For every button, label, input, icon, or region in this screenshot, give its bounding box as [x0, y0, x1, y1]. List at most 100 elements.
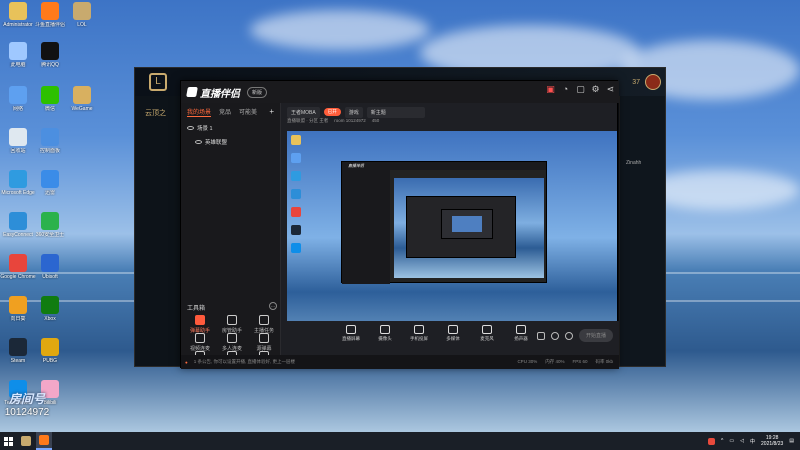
perf-stats: CPU 30% 内存 40% FPS 60 码率 0kb: [517, 359, 619, 365]
desktop-icon[interactable]: 控制面板: [32, 128, 68, 154]
desktop-icon-label: 此电脑: [10, 62, 26, 68]
desktop-icon[interactable]: 回收站: [0, 128, 36, 154]
app-icon: [9, 296, 27, 314]
tab-my-scenes[interactable]: 我的场景: [187, 107, 212, 117]
stream-info-bar: 王者MOBA 已开 游戏 新主题: [287, 106, 615, 118]
version-badge[interactable]: 新版: [247, 86, 268, 98]
app-icon: [9, 254, 27, 272]
taskbar: ^ ▭ ◁ 中 19:28 2021/8/23 ▤: [0, 432, 800, 450]
desktop-icon[interactable]: LOL: [64, 2, 100, 28]
tool-button[interactable]: 视频连麦: [187, 333, 213, 352]
desktop-icon[interactable]: EasyConnect: [0, 212, 36, 238]
tool-icon: [195, 333, 205, 343]
tab-third[interactable]: 可能美: [239, 107, 257, 117]
lock-icon[interactable]: ◔: [561, 85, 570, 94]
desktop-icon-label: PUBG: [42, 358, 58, 364]
volume-icon[interactable]: ◁: [740, 438, 744, 444]
gift-icon[interactable]: ▣: [546, 85, 555, 94]
camera-icon[interactable]: [536, 331, 545, 340]
desktop-icon[interactable]: 腾讯QQ: [32, 42, 68, 68]
desktop-icon[interactable]: 360安全卫士: [32, 212, 68, 238]
desktop-icon-label: Ubisoft: [42, 274, 58, 280]
avatar[interactable]: [645, 74, 661, 90]
desktop-icon[interactable]: Microsoft Edge: [0, 170, 36, 196]
notice-text[interactable]: 1 条公告, 你可以设置开播, 直播体验好, 更上一层楼: [194, 359, 295, 365]
lol-left-bar: 云顶之: [135, 96, 181, 366]
desktop-icon-label: 腾讯QQ: [41, 62, 59, 68]
tray-app-icon[interactable]: [708, 437, 716, 445]
toolbox-more-button[interactable]: …: [269, 302, 277, 310]
lol-friends-panel: Zinahh: [619, 96, 665, 366]
desktop-icon[interactable]: 网络: [0, 86, 36, 112]
app-icon: [41, 170, 59, 188]
friend-row[interactable]: Zinahh: [620, 156, 665, 170]
ime-icon[interactable]: 中: [750, 438, 755, 445]
eye-icon[interactable]: [187, 126, 194, 130]
cpu-stat: CPU 30%: [517, 359, 538, 364]
desktop-icon[interactable]: Administrator: [0, 2, 36, 28]
desktop-icon[interactable]: 斗鱼直播伴侣: [32, 2, 68, 28]
network-icon[interactable]: ▭: [729, 438, 734, 444]
app-icon: [9, 128, 27, 146]
nested-preview: [394, 178, 544, 278]
desktop-icon-label: Microsoft Edge: [1, 190, 35, 196]
desktop-icon[interactable]: 迅雷: [32, 170, 68, 196]
desktop-icon[interactable]: Xbox: [32, 296, 68, 322]
tool-button[interactable]: 源弹幕: [251, 333, 277, 352]
message-icon[interactable]: ▢: [576, 85, 585, 94]
settings-icon[interactable]: ⚙: [591, 85, 600, 94]
desktop-icon[interactable]: 此电脑: [0, 42, 36, 68]
tool-icon: [195, 315, 205, 325]
source-button[interactable]: 扬声器: [509, 325, 533, 342]
scene-item[interactable]: 英雄联盟: [181, 135, 280, 149]
desktop-icon[interactable]: Steam: [0, 338, 36, 364]
tool-button[interactable]: 主播任务: [251, 315, 277, 334]
desktop-icon[interactable]: 微信: [32, 86, 68, 112]
desktop-icon-label: 回收站: [10, 148, 26, 154]
tool-button[interactable]: 多人连麦: [219, 333, 245, 352]
room-info: 直播联盟 · 分区 王者 room 10124972 450: [287, 118, 379, 124]
tray-chevron-icon[interactable]: ^: [721, 438, 723, 444]
source-label: 麦克风: [480, 336, 494, 341]
desktop-icon[interactable]: Google Chrome: [0, 254, 36, 280]
clock-date: 2021/8/23: [761, 441, 784, 447]
share-icon[interactable]: ⋖: [606, 85, 615, 94]
tab-second[interactable]: 竞品: [219, 107, 231, 117]
app-icon: [73, 2, 91, 20]
desktop-icon-label: 迅雷: [44, 190, 55, 196]
desktop-icon[interactable]: Ubisoft: [32, 254, 68, 280]
source-button[interactable]: 麦克风: [475, 325, 499, 342]
clock[interactable]: 19:28 2021/8/23: [761, 435, 783, 447]
start-stream-button[interactable]: 开始直播: [578, 329, 613, 342]
viewer-count: 450: [371, 118, 380, 123]
room-category: 直播联盟 · 分区 王者: [287, 118, 329, 123]
source-button[interactable]: 摄像头: [373, 325, 397, 342]
add-scene-button[interactable]: +: [269, 107, 274, 117]
source-button[interactable]: 手机投屏: [407, 325, 431, 342]
gear-icon[interactable]: [564, 331, 573, 340]
tool-button[interactable]: 弹幕助手: [187, 315, 213, 334]
desktop-icon[interactable]: 向日葵: [0, 296, 36, 322]
title-field[interactable]: 新主题: [366, 106, 425, 118]
watermark-room-number: 10124972: [4, 407, 50, 418]
scene-item[interactable]: 场景 1: [181, 121, 280, 135]
desktop-icon[interactable]: PUBG: [32, 338, 68, 364]
tool-icon: [227, 315, 237, 325]
start-button[interactable]: [0, 432, 16, 450]
nested-app-preview-2: [406, 196, 516, 258]
category-field[interactable]: 王者MOBA: [287, 106, 320, 118]
tool-button[interactable]: 房管助手: [219, 315, 245, 334]
source-button[interactable]: 多媒体: [441, 325, 465, 342]
record-icon[interactable]: [550, 331, 559, 340]
game-button[interactable]: 游戏: [344, 106, 363, 118]
source-button[interactable]: 直播屏幕: [339, 325, 363, 342]
taskbar-app-stream[interactable]: [36, 432, 52, 450]
desktop-icon[interactable]: WeGame: [64, 86, 100, 112]
notification-icon[interactable]: ▤: [789, 438, 794, 444]
scene-tabs: 我的场景 竞品 可能美 +: [181, 103, 280, 121]
streaming-app-window[interactable]: 直播伴侣 新版 ▣ ◔ ▢ ⚙ ⋖ 我的场景 竞品 可能美 + 场景 1 英雄联…: [180, 80, 619, 370]
taskbar-app-lol[interactable]: [18, 432, 34, 450]
eye-icon[interactable]: [195, 140, 202, 144]
nested-app-preview: 直播伴侣: [341, 161, 547, 284]
app-icon: [9, 86, 27, 104]
